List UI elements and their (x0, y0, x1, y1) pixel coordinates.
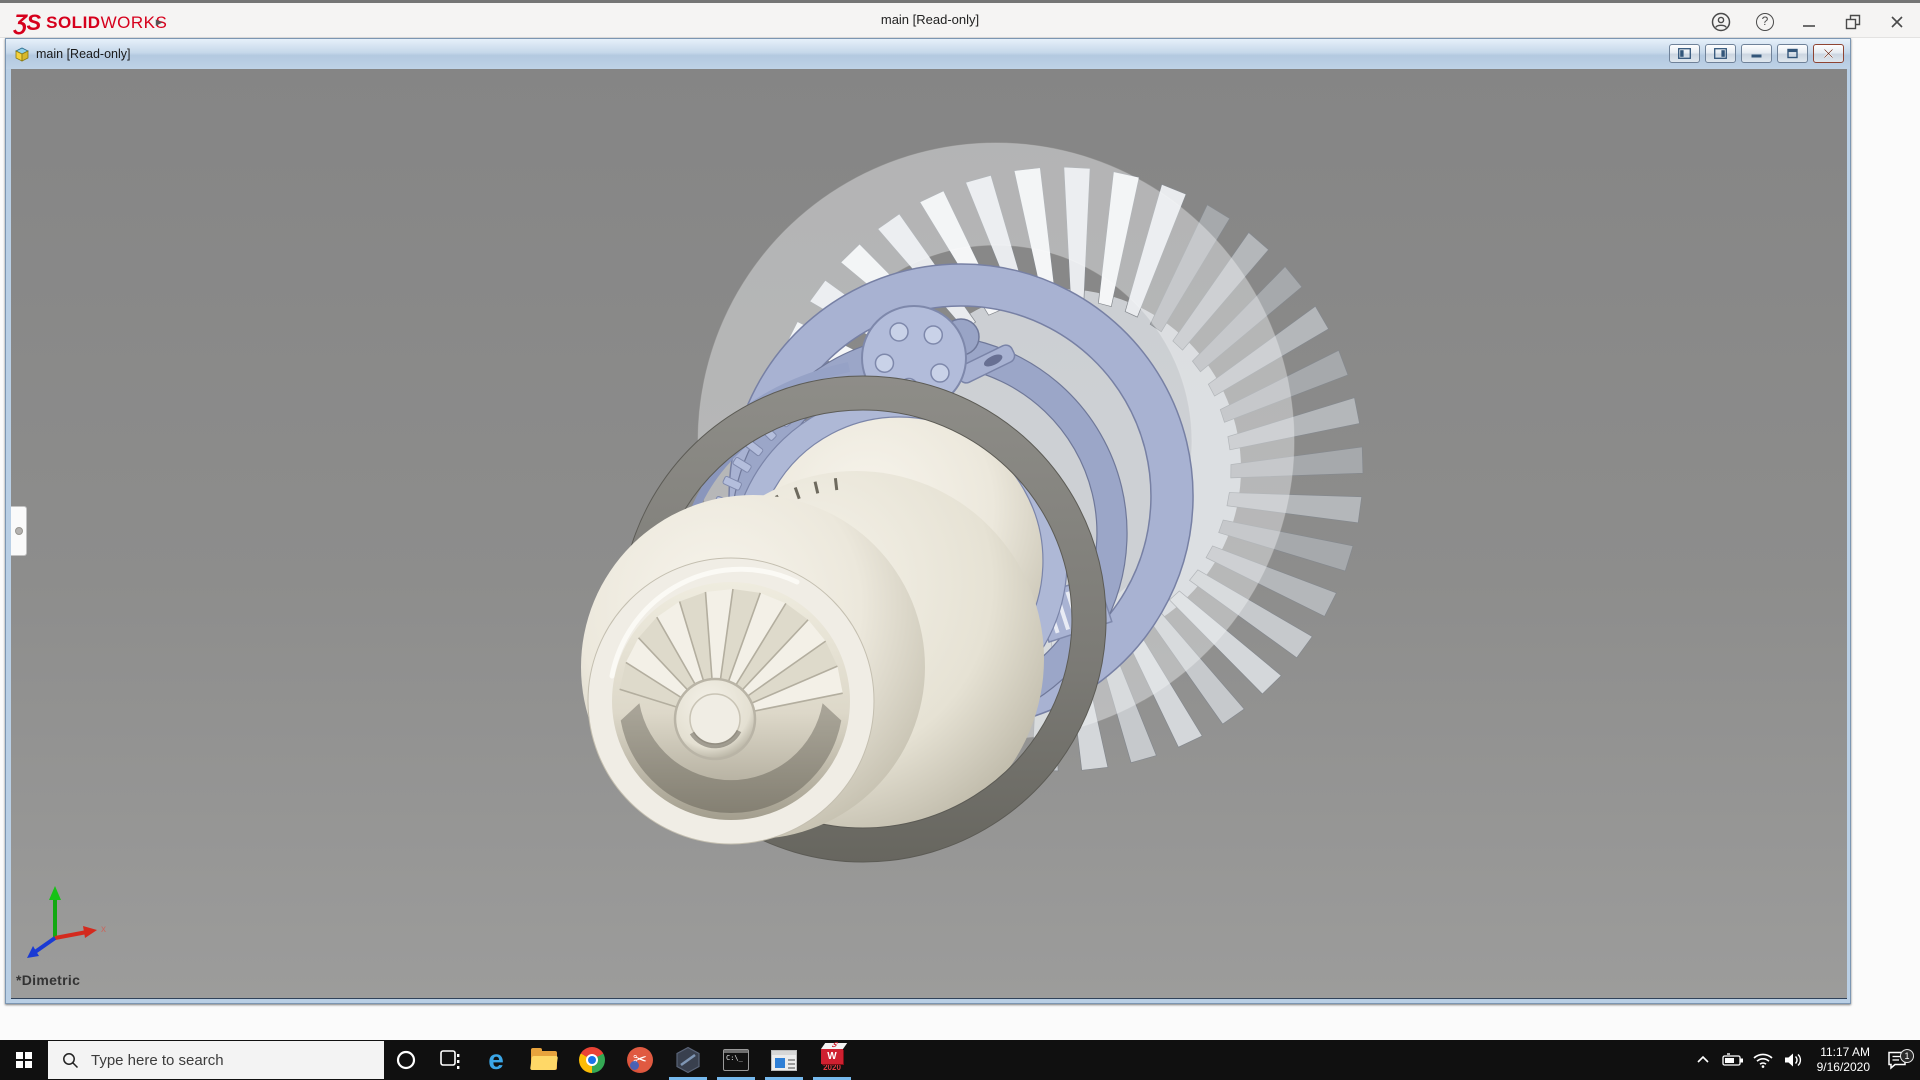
document-window: main [Read-only] x *Dimetric (5, 38, 1851, 1004)
taskbar-item-edge[interactable]: e (472, 1040, 520, 1080)
view-orientation-label: *Dimetric (16, 972, 81, 988)
flange-bolt (923, 325, 944, 345)
edge-icon: e (488, 1044, 504, 1075)
doc-restore-button[interactable] (1777, 44, 1808, 63)
taskbar-item-file-explorer[interactable] (520, 1040, 568, 1080)
tray-time: 11:17 AM (1820, 1045, 1870, 1059)
tray-expand-chevron-icon[interactable] (1688, 1040, 1718, 1080)
action-center-button[interactable]: 1 (1874, 1049, 1920, 1070)
notification-badge: 1 (1900, 1049, 1914, 1063)
account-icon[interactable] (1706, 9, 1736, 35)
taskbar-item-edrawings[interactable] (664, 1040, 712, 1080)
jet-engine-model (581, 142, 1364, 863)
start-button[interactable] (0, 1040, 48, 1080)
wifi-icon[interactable] (1748, 1040, 1778, 1080)
show-pane-left-button[interactable] (1669, 44, 1700, 63)
taskbar-search[interactable] (48, 1041, 384, 1079)
flange-bolt (889, 322, 909, 342)
search-input[interactable] (91, 1051, 351, 1069)
solidworks-2020-icon: SW 2020 (821, 1042, 848, 1072)
doc-close-button[interactable] (1813, 44, 1844, 63)
menu-flyout-arrow-icon[interactable]: ▸ (150, 12, 168, 32)
cortana-icon (396, 1050, 416, 1070)
taskbar-item-solidworks[interactable]: SW 2020 (808, 1040, 856, 1080)
app-window-title: main [Read-only] (880, 12, 980, 27)
edrawings-icon (676, 1046, 700, 1074)
feature-panel-collapse-tab[interactable] (11, 506, 27, 556)
windows-logo-icon (16, 1052, 32, 1068)
battery-icon[interactable] (1718, 1040, 1748, 1080)
help-icon[interactable]: ? (1750, 9, 1780, 35)
graphics-viewport[interactable]: x *Dimetric (11, 69, 1847, 999)
doc-minimize-button[interactable] (1741, 44, 1772, 63)
taskbar-item-system-window[interactable] (760, 1040, 808, 1080)
taskbar: e ✂ C:\_ SW 2020 (0, 1040, 1920, 1080)
panel-tab-handle (14, 527, 23, 535)
taskbar-item-command-prompt[interactable]: C:\_ (712, 1040, 760, 1080)
app-window-controls: ? (1706, 6, 1912, 38)
flange-bolt (874, 353, 895, 373)
flange-bolt (930, 363, 950, 383)
chrome-icon (579, 1047, 605, 1073)
orientation-triad: x (27, 886, 106, 958)
app-titlebar: ƷS SOLIDWORKS ▸ main [Read-only] ? (0, 0, 1920, 38)
file-explorer-icon (530, 1047, 558, 1070)
show-pane-right-button[interactable] (1705, 44, 1736, 63)
assembly-document-icon (15, 47, 29, 62)
taskbar-clock[interactable]: 11:17 AM 9/16/2020 (1808, 1045, 1874, 1075)
system-window-icon (771, 1049, 797, 1071)
close-button[interactable] (1882, 9, 1912, 35)
document-title: main [Read-only] (36, 47, 131, 61)
document-titlebar[interactable]: main [Read-only] (6, 39, 1850, 69)
tray-date: 9/16/2020 (1816, 1060, 1870, 1074)
taskbar-item-chrome[interactable] (568, 1040, 616, 1080)
command-prompt-icon: C:\_ (723, 1049, 749, 1071)
task-view-icon (440, 1050, 460, 1069)
volume-icon[interactable] (1778, 1040, 1808, 1080)
snipping-tool-icon: ✂ (627, 1047, 653, 1073)
solidworks-logo: ƷS SOLIDWORKS (14, 10, 167, 36)
triad-x-label: x (101, 924, 106, 935)
restore-button[interactable] (1838, 9, 1868, 35)
document-window-controls (1669, 44, 1844, 63)
logo-solid: SOLID (46, 13, 101, 32)
minimize-button[interactable] (1794, 9, 1824, 35)
desktop: ƷS SOLIDWORKS ▸ main [Read-only] ? main … (0, 0, 1920, 1080)
solidworks-logo-glyph: ƷS (14, 10, 41, 35)
cortana-button[interactable] (384, 1040, 428, 1080)
system-tray: 11:17 AM 9/16/2020 1 (1688, 1040, 1920, 1080)
search-icon (63, 1052, 79, 1068)
task-view-button[interactable] (428, 1040, 472, 1080)
taskbar-item-snipping-tool[interactable]: ✂ (616, 1040, 664, 1080)
